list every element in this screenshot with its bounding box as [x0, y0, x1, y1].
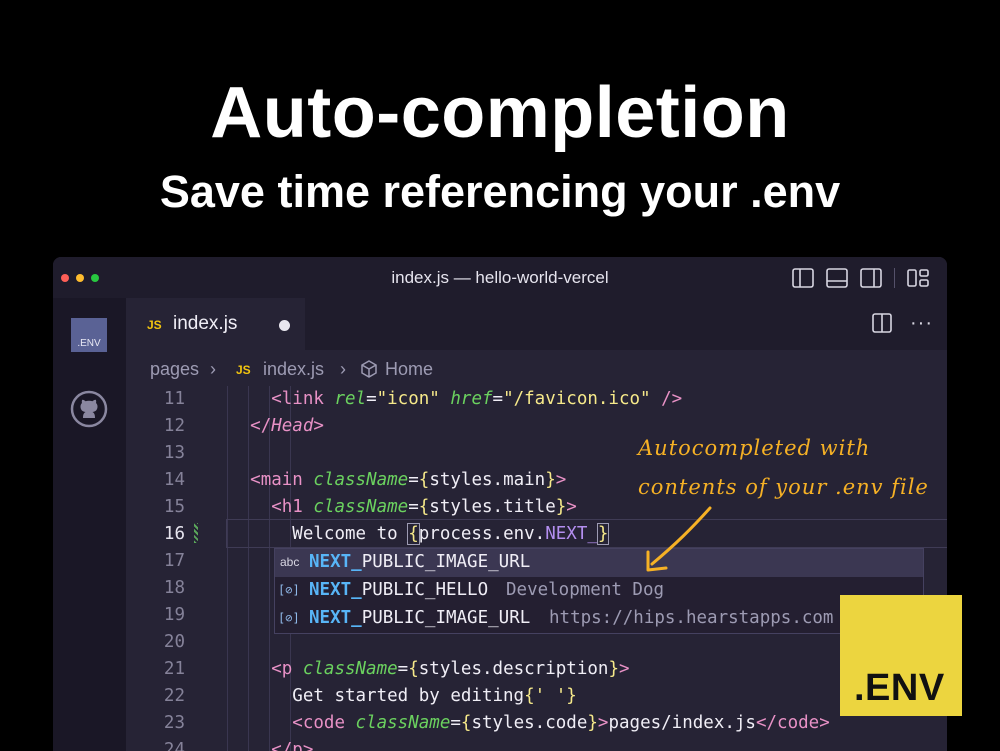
- line-number: 17: [163, 551, 185, 571]
- line-number: 23: [163, 713, 185, 733]
- code-line: 11 <link rel="icon" href="/favicon.ico" …: [126, 386, 947, 413]
- line-number: 20: [163, 632, 185, 652]
- unsaved-changes-dot[interactable]: [279, 320, 290, 331]
- text-suggestion-icon: abc: [280, 555, 300, 569]
- editor-actions: ···: [872, 313, 933, 333]
- breadcrumb-folder[interactable]: pages: [150, 359, 199, 380]
- line-number: 11: [163, 389, 185, 409]
- autocomplete-widget: abc NEXT_PUBLIC_IMAGE_URL [⊘] NEXT_PUBLI…: [274, 548, 924, 634]
- suggestion-item[interactable]: [⊘] NEXT_PUBLIC_HELLO Development Dog: [275, 577, 923, 605]
- line-number: 24: [163, 740, 185, 751]
- suggestion-item[interactable]: abc NEXT_PUBLIC_IMAGE_URL: [275, 549, 923, 577]
- suggestion-detail: Development Dog: [506, 580, 665, 600]
- tab-label: index.js: [173, 313, 238, 334]
- line-code: <code className={styles.code}>pages/inde…: [292, 713, 830, 733]
- line-number: 21: [163, 659, 185, 679]
- more-actions-icon[interactable]: ···: [910, 313, 933, 333]
- line-number: 16: [163, 524, 185, 544]
- line-code[interactable]: Welcome to {process.env.NEXT_}: [208, 523, 610, 545]
- suggestion-label: NEXT_PUBLIC_HELLO: [309, 580, 489, 600]
- variable-icon: [⊘]: [278, 611, 300, 625]
- tab-bar: JS index.js ···: [126, 298, 947, 350]
- breadcrumb-file[interactable]: index.js: [263, 359, 324, 380]
- hero-title: Auto-completion: [210, 73, 790, 153]
- suggestion-label: NEXT_PUBLIC_IMAGE_URL: [309, 608, 531, 628]
- toggle-secondary-sidebar-icon[interactable]: [860, 268, 882, 288]
- suggestion-detail: https://hips.hearstapps.com: [549, 608, 834, 628]
- code-line: 21 <p className={styles.description}>: [126, 656, 947, 683]
- annotation-line-2: contents of your .env file: [638, 475, 929, 499]
- editor-window: index.js — hello-world-vercel .ENV JS in…: [53, 257, 947, 751]
- component-symbol-icon: [361, 360, 377, 378]
- suggestion-label: NEXT_PUBLIC_IMAGE_URL: [309, 552, 531, 572]
- line-number: 19: [163, 605, 185, 625]
- code-line-active: 16 Welcome to {process.env.NEXT_}: [126, 521, 947, 548]
- breadcrumb: pages › JS index.js › Home: [126, 350, 947, 386]
- line-code: </Head>: [250, 416, 324, 436]
- line-number: 12: [163, 416, 185, 436]
- js-file-icon: JS: [236, 363, 251, 377]
- line-code: </p>: [271, 740, 314, 751]
- toggle-panel-icon[interactable]: [826, 268, 848, 288]
- toolbar-divider: [894, 268, 895, 288]
- code-line: 23 <code className={styles.code}>pages/i…: [126, 710, 947, 737]
- activity-bar: .ENV: [53, 298, 126, 751]
- chevron-right-icon: ›: [210, 359, 216, 379]
- tab-index-js[interactable]: JS index.js: [126, 298, 305, 350]
- hero-subtitle: Save time referencing your .env: [159, 166, 841, 217]
- suggestion-item[interactable]: [⊘] NEXT_PUBLIC_IMAGE_URL https://hips.h…: [275, 605, 923, 633]
- variable-icon: [⊘]: [278, 583, 300, 597]
- arrow-icon: [646, 506, 712, 572]
- toggle-primary-sidebar-icon[interactable]: [792, 268, 814, 288]
- line-code: Get started by editing{' '}: [292, 686, 577, 706]
- env-extension-button[interactable]: .ENV: [71, 318, 107, 352]
- env-badge-label: .ENV: [77, 338, 101, 349]
- customize-layout-icon[interactable]: [907, 268, 929, 288]
- github-icon[interactable]: [70, 390, 108, 428]
- annotation-line-1: Autocompleted with: [638, 436, 871, 460]
- title-bar: index.js — hello-world-vercel: [53, 257, 947, 298]
- chevron-right-icon: ›: [340, 359, 346, 379]
- layout-controls: [792, 267, 929, 289]
- line-number: 18: [163, 578, 185, 598]
- line-code: <main className={styles.main}>: [250, 470, 567, 490]
- line-number: 13: [163, 443, 185, 463]
- split-editor-icon[interactable]: [872, 313, 892, 333]
- line-code: <h1 className={styles.title}>: [271, 497, 577, 517]
- code-line: 22 Get started by editing{' '}: [126, 683, 947, 710]
- line-number: 15: [163, 497, 185, 517]
- line-number: 22: [163, 686, 185, 706]
- breadcrumb-symbol[interactable]: Home: [385, 359, 433, 380]
- line-code: <p className={styles.description}>: [271, 659, 630, 679]
- env-logo: .ENV: [840, 595, 962, 716]
- line-number: 14: [163, 470, 185, 490]
- env-logo-text: .ENV: [854, 667, 945, 709]
- js-file-icon: JS: [147, 318, 162, 332]
- line-code: <link rel="icon" href="/favicon.ico" />: [271, 389, 683, 409]
- code-line: 24 </p>: [126, 737, 947, 751]
